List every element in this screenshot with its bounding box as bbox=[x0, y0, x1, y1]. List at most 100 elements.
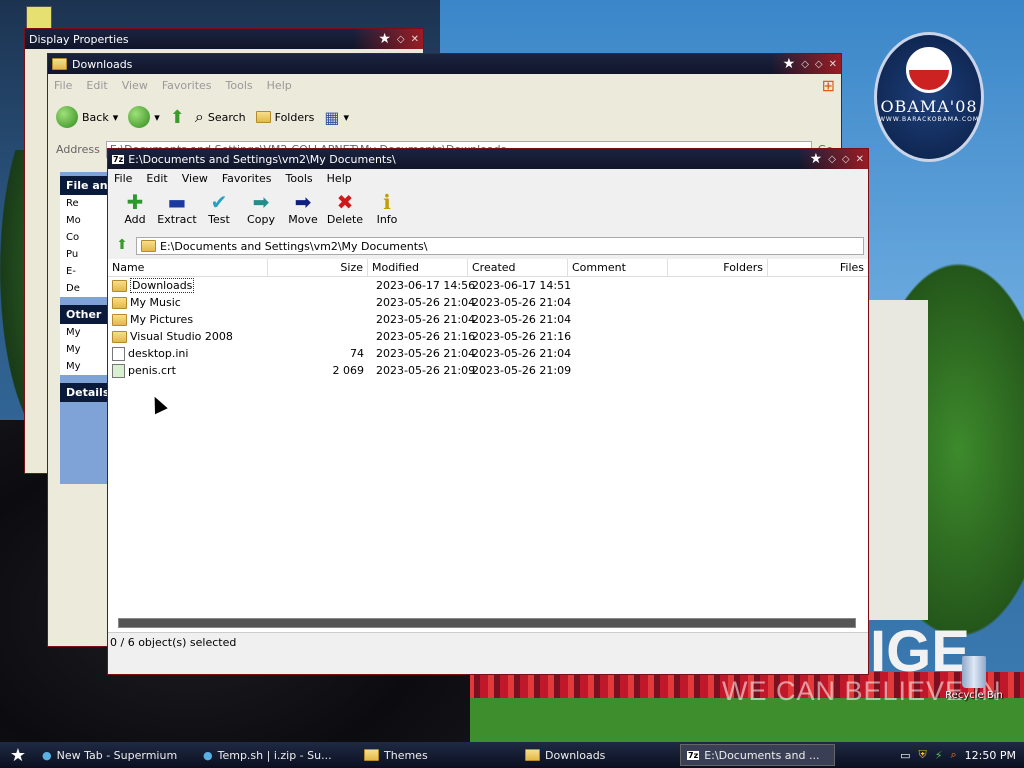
menu-favorites[interactable]: Favorites bbox=[222, 172, 272, 185]
minimize-button[interactable]: ◇ bbox=[397, 34, 405, 45]
keyboard-icon[interactable]: ▭ bbox=[900, 749, 910, 762]
copy-button[interactable]: ➡ Copy bbox=[242, 191, 280, 231]
delete-x-icon: ✖ bbox=[336, 190, 354, 214]
up-folder-icon[interactable]: ⬆ bbox=[112, 237, 132, 255]
other-place-item[interactable]: My bbox=[60, 341, 114, 358]
menu-favorites[interactable]: Favorites bbox=[162, 79, 212, 92]
other-places-title[interactable]: Other bbox=[60, 305, 114, 324]
col-modified[interactable]: Modified bbox=[368, 259, 468, 276]
menu-help[interactable]: Help bbox=[327, 172, 352, 185]
other-place-item[interactable]: My bbox=[60, 324, 114, 341]
clock[interactable]: 12:50 PM bbox=[965, 749, 1016, 762]
network-icon[interactable]: ⚡ bbox=[935, 749, 943, 762]
close-button[interactable]: ✕ bbox=[829, 59, 837, 70]
add-label: Add bbox=[124, 213, 146, 226]
system-tray: ▭ ⛨ ⚡ ⌕ 12:50 PM bbox=[900, 748, 1024, 762]
file-tasks-title[interactable]: File and Folder Tasks bbox=[60, 176, 114, 195]
windows-flag-icon: ⊞ bbox=[821, 75, 835, 95]
task-themes[interactable]: Themes bbox=[358, 744, 513, 766]
table-row[interactable]: My Music 2023-05-26 21:04 2023-05-26 21:… bbox=[108, 294, 868, 311]
menu-view[interactable]: View bbox=[122, 79, 148, 92]
task-move[interactable]: Mo bbox=[60, 212, 114, 229]
downloads-titlebar[interactable]: Downloads ★ ◇ ◇ ✕ bbox=[48, 54, 841, 74]
details-title[interactable]: Details bbox=[60, 383, 114, 402]
task-delete[interactable]: De bbox=[60, 280, 114, 297]
back-button[interactable]: Back ▾ bbox=[56, 106, 118, 128]
7zip-titlebar[interactable]: 7z E:\Documents and Settings\vm2\My Docu… bbox=[108, 149, 868, 169]
minimize-button[interactable]: ◇ bbox=[801, 59, 809, 70]
table-row[interactable]: My Pictures 2023-05-26 21:04 2023-05-26 … bbox=[108, 311, 868, 328]
col-comment[interactable]: Comment bbox=[568, 259, 668, 276]
menu-help[interactable]: Help bbox=[267, 79, 292, 92]
move-arrow-icon: ➡ bbox=[294, 190, 312, 214]
info-label: Info bbox=[376, 213, 398, 226]
col-folders[interactable]: Folders bbox=[668, 259, 768, 276]
folders-button[interactable]: Folders bbox=[255, 110, 315, 124]
check-icon: ✔ bbox=[210, 190, 228, 214]
7zip-logo-icon: 7z bbox=[112, 154, 125, 164]
col-name[interactable]: Name bbox=[108, 259, 268, 276]
up-folder-button[interactable]: ⬆ bbox=[170, 107, 185, 128]
task-7zip[interactable]: 7z E:\Documents and ... bbox=[680, 744, 835, 766]
display-properties-titlebar[interactable]: Display Properties ★ ◇ ✕ bbox=[25, 29, 423, 49]
menu-file[interactable]: File bbox=[114, 172, 132, 185]
task-downloads[interactable]: Downloads bbox=[519, 744, 674, 766]
file-list: Downloads 2023-06-17 14:56 2023-06-17 14… bbox=[108, 277, 868, 632]
file-modified: 2023-05-26 21:04 bbox=[376, 347, 476, 360]
table-row[interactable]: desktop.ini 74 2023-05-26 21:04 2023-05-… bbox=[108, 345, 868, 362]
task-tempsh[interactable]: ● Temp.sh | i.zip - Su... bbox=[197, 744, 352, 766]
folder-icon bbox=[364, 749, 379, 761]
menu-file[interactable]: File bbox=[54, 79, 72, 92]
path-input[interactable]: E:\Documents and Settings\vm2\My Documen… bbox=[136, 237, 864, 255]
table-row[interactable]: penis.crt 2 069 2023-05-26 21:09 2023-05… bbox=[108, 362, 868, 379]
forward-button[interactable]: ▾ bbox=[128, 106, 160, 128]
add-button[interactable]: ✚ Add bbox=[116, 191, 154, 231]
col-size[interactable]: Size bbox=[268, 259, 368, 276]
menu-edit[interactable]: Edit bbox=[146, 172, 167, 185]
menu-edit[interactable]: Edit bbox=[86, 79, 107, 92]
col-files[interactable]: Files bbox=[768, 259, 868, 276]
move-button[interactable]: ➡ Move bbox=[284, 191, 322, 231]
file-modified: 2023-05-26 21:04 bbox=[376, 313, 476, 326]
delete-button[interactable]: ✖ Delete bbox=[326, 191, 364, 231]
folder-icon bbox=[112, 330, 127, 343]
folder-icon bbox=[112, 313, 127, 326]
info-button[interactable]: ℹ Info bbox=[368, 191, 406, 231]
back-arrow-icon bbox=[56, 106, 78, 128]
maximize-button[interactable]: ◇ bbox=[842, 154, 850, 165]
recycle-bin[interactable]: Recycle Bin bbox=[944, 656, 1004, 701]
task-rename[interactable]: Re bbox=[60, 195, 114, 212]
table-row[interactable]: Downloads 2023-06-17 14:56 2023-06-17 14… bbox=[108, 277, 868, 294]
col-created[interactable]: Created bbox=[468, 259, 568, 276]
task-copy[interactable]: Co bbox=[60, 229, 114, 246]
table-row[interactable]: Visual Studio 2008 2023-05-26 21:16 2023… bbox=[108, 328, 868, 345]
7zip-window: 7z E:\Documents and Settings\vm2\My Docu… bbox=[107, 148, 869, 675]
menu-tools[interactable]: Tools bbox=[226, 79, 253, 92]
menu-tools[interactable]: Tools bbox=[286, 172, 313, 185]
views-button[interactable]: ▦ ▾ bbox=[324, 108, 349, 127]
star-icon: ★ bbox=[782, 56, 796, 72]
shield-icon[interactable]: ⛨ bbox=[919, 748, 927, 762]
close-button[interactable]: ✕ bbox=[856, 154, 864, 165]
horizontal-scrollbar[interactable] bbox=[118, 618, 856, 628]
task-publish[interactable]: Pu bbox=[60, 246, 114, 263]
task-pane: File and Folder Tasks Re Mo Co Pu E- De … bbox=[60, 172, 114, 484]
extract-button[interactable]: ▬ Extract bbox=[157, 191, 196, 231]
task-supermium[interactable]: ● New Tab - Supermium bbox=[36, 744, 191, 766]
search-icon: ⌕ bbox=[194, 107, 204, 126]
menu-view[interactable]: View bbox=[182, 172, 208, 185]
task-email[interactable]: E- bbox=[60, 263, 114, 280]
maximize-button[interactable]: ◇ bbox=[815, 59, 823, 70]
window-title: E:\Documents and Settings\vm2\My Documen… bbox=[128, 152, 396, 166]
search-button[interactable]: ⌕ Search bbox=[195, 107, 246, 127]
file-name: penis.crt bbox=[128, 364, 176, 377]
folders-label: Folders bbox=[274, 110, 315, 124]
path-text: E:\Documents and Settings\vm2\My Documen… bbox=[160, 239, 428, 253]
close-button[interactable]: ✕ bbox=[411, 34, 419, 45]
search-icon[interactable]: ⌕ bbox=[951, 748, 957, 762]
test-button[interactable]: ✔ Test bbox=[200, 191, 238, 231]
start-button[interactable]: ★ bbox=[0, 745, 36, 766]
minimize-button[interactable]: ◇ bbox=[828, 154, 836, 165]
other-place-item[interactable]: My bbox=[60, 358, 114, 375]
folder-icon bbox=[141, 240, 156, 252]
